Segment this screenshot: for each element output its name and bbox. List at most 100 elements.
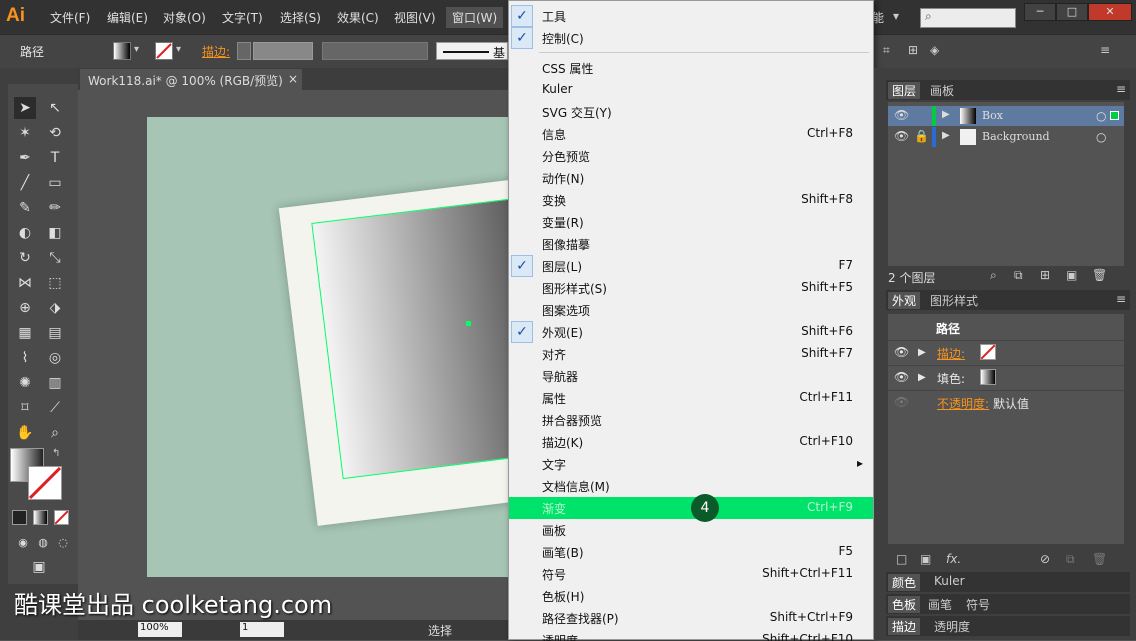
eye-icon[interactable]: 👁 [894, 370, 909, 384]
menu-item-graphic-styles[interactable]: 图形样式(S) Shift+F5 [509, 277, 873, 299]
make-clip-icon[interactable]: ⧉ [1014, 268, 1023, 283]
lock-icon[interactable]: 🔒 [914, 129, 929, 143]
page-field[interactable]: 1 [240, 622, 284, 637]
shape-builder-icon[interactable]: ⊕ [14, 297, 36, 319]
menu-item-transparency[interactable]: 透明度 Shift+Ctrl+F10 [509, 629, 873, 641]
line-tool-icon[interactable]: ╱ [14, 172, 36, 194]
expand-arrow-icon[interactable]: ▶ [942, 130, 950, 141]
draw-normal-icon[interactable]: ◉ [12, 532, 34, 554]
tab-swatches[interactable]: 色板 [888, 596, 921, 613]
color-mode-icon[interactable] [12, 510, 27, 525]
fill-attribute-label[interactable]: 填色: [937, 370, 965, 387]
menu-item-svg[interactable]: SVG 交互(Y) [509, 101, 873, 123]
document-tab[interactable]: Work118.ai* @ 100% (RGB/预览) × [80, 69, 302, 91]
expand-arrow-icon[interactable]: ▶ [942, 109, 950, 120]
chevron-down-icon[interactable]: ▾ [134, 44, 139, 55]
direct-selection-icon[interactable]: ↖ [44, 97, 66, 119]
chevron-down-icon[interactable]: ▾ [176, 44, 181, 55]
tab-appearance[interactable]: 外观 [888, 292, 921, 309]
menu-view[interactable]: 视图(V) [394, 9, 436, 26]
brush-select[interactable]: 基 [436, 42, 508, 60]
rectangle-tool-icon[interactable]: ▭ [44, 172, 66, 194]
stroke-attr-swatch[interactable] [980, 344, 996, 360]
menu-item-symbols[interactable]: 符号 Shift+Ctrl+F11 [509, 563, 873, 585]
selection-tool-icon[interactable]: ➤ [14, 97, 36, 119]
gradient-mode-icon[interactable] [33, 510, 48, 525]
blend-icon[interactable]: ◎ [44, 347, 66, 369]
graph-icon[interactable]: ▥ [44, 372, 66, 394]
tab-transparency[interactable]: 透明度 [934, 618, 970, 635]
isolate-icon[interactable]: ◈ [930, 43, 939, 57]
new-sublayer-icon[interactable]: ⊞ [1040, 268, 1050, 282]
menu-item-pattern-options[interactable]: 图案选项 [509, 299, 873, 321]
menu-item-tools[interactable]: ✓ 工具 [509, 5, 873, 27]
menu-item-stroke[interactable]: 描边(K) Ctrl+F10 [509, 431, 873, 453]
menu-item-css[interactable]: CSS 属性 [509, 57, 873, 79]
eraser-icon[interactable]: ◧ [44, 222, 66, 244]
tab-stroke[interactable]: 描边 [888, 618, 921, 635]
dropdown-arrow-icon[interactable]: ▾ [893, 9, 899, 23]
layer-name[interactable]: Box [982, 109, 1003, 122]
new-stroke-icon[interactable]: □ [896, 552, 907, 566]
menu-item-transform[interactable]: 变换 Shift+F8 [509, 189, 873, 211]
panel-menu-icon[interactable]: ≡ [1100, 43, 1110, 57]
eye-icon[interactable]: 👁 [894, 108, 909, 122]
menu-item-attributes[interactable]: 属性 Ctrl+F11 [509, 387, 873, 409]
slice-icon[interactable]: ⟋ [44, 397, 66, 419]
arrange-icon[interactable]: ⊞ [908, 43, 918, 57]
hand-icon[interactable]: ✋ [14, 422, 36, 444]
menu-item-document-info[interactable]: 文档信息(M) [509, 475, 873, 497]
zoom-field[interactable]: 100% [138, 622, 182, 637]
layer-name[interactable]: Background [982, 130, 1050, 143]
menu-item-pathfinder[interactable]: 路径查找器(P) Shift+Ctrl+F9 [509, 607, 873, 629]
stroke-color-box[interactable] [28, 466, 62, 500]
eye-icon[interactable]: 👁 [894, 129, 909, 143]
artboard-tool-icon[interactable]: ⌑ [14, 397, 36, 419]
layer-row-background[interactable]: 👁 🔒 ▶ Background ○ [888, 127, 1124, 147]
fill-attr-swatch[interactable] [980, 369, 996, 385]
fill-swatch[interactable] [113, 42, 131, 60]
transform-icon[interactable]: ⌗ [883, 43, 890, 58]
menu-object[interactable]: 对象(O) [163, 9, 206, 26]
stroke-width-input[interactable] [253, 42, 313, 60]
close-icon[interactable]: × [288, 72, 298, 86]
trash-icon[interactable]: 🗑 [1092, 552, 1107, 566]
tab-kuler[interactable]: Kuler [934, 574, 965, 588]
eye-icon[interactable]: 👁 [894, 345, 909, 359]
menu-edit[interactable]: 编辑(E) [107, 9, 148, 26]
menu-item-kuler[interactable]: Kuler [509, 79, 873, 101]
menu-item-type[interactable]: 文字 ▸ [509, 453, 873, 475]
menu-item-info[interactable]: 信息 Ctrl+F8 [509, 123, 873, 145]
menu-item-swatches[interactable]: 色板(H) [509, 585, 873, 607]
menu-item-image-trace[interactable]: 图像描摹 [509, 233, 873, 255]
fx-icon[interactable]: fx. [946, 552, 961, 566]
pen-tool-icon[interactable]: ✒ [14, 147, 36, 169]
menu-type[interactable]: 文字(T) [222, 9, 263, 26]
eye-icon[interactable]: 👁 [894, 395, 909, 409]
stroke-attribute-label[interactable]: 描边: [937, 345, 965, 362]
free-transform-icon[interactable]: ⬚ [44, 272, 66, 294]
mesh-icon[interactable]: ▦ [14, 322, 36, 344]
menu-effect[interactable]: 效果(C) [337, 9, 379, 26]
trash-icon[interactable]: 🗑 [1092, 268, 1107, 282]
lasso-icon[interactable]: ⟲ [44, 122, 66, 144]
menu-item-separations[interactable]: 分色预览 [509, 145, 873, 167]
stroke-swatch[interactable] [155, 42, 173, 60]
stroke-label[interactable]: 描边: [202, 43, 230, 60]
paintbrush-icon[interactable]: ✎ [14, 197, 36, 219]
pencil-icon[interactable]: ✏ [44, 197, 66, 219]
tab-graphic-styles[interactable]: 图形样式 [930, 292, 978, 309]
gradient-tool-icon[interactable]: ▤ [44, 322, 66, 344]
menu-item-brushes[interactable]: 画笔(B) F5 [509, 541, 873, 563]
expand-arrow-icon[interactable]: ▶ [918, 347, 926, 358]
perspective-icon[interactable]: ⬗ [44, 297, 66, 319]
variable-width-select[interactable] [322, 42, 428, 60]
tab-symbols[interactable]: 符号 [966, 596, 990, 613]
menu-file[interactable]: 文件(F) [50, 9, 90, 26]
panel-menu-icon[interactable]: ≡ [1116, 82, 1126, 96]
clear-appearance-icon[interactable]: ⊘ [1040, 552, 1050, 566]
menu-item-flattener[interactable]: 拼合器预览 [509, 409, 873, 431]
blob-brush-icon[interactable]: ◐ [14, 222, 36, 244]
menu-item-actions[interactable]: 动作(N) [509, 167, 873, 189]
menu-item-artboards[interactable]: 画板 [509, 519, 873, 541]
